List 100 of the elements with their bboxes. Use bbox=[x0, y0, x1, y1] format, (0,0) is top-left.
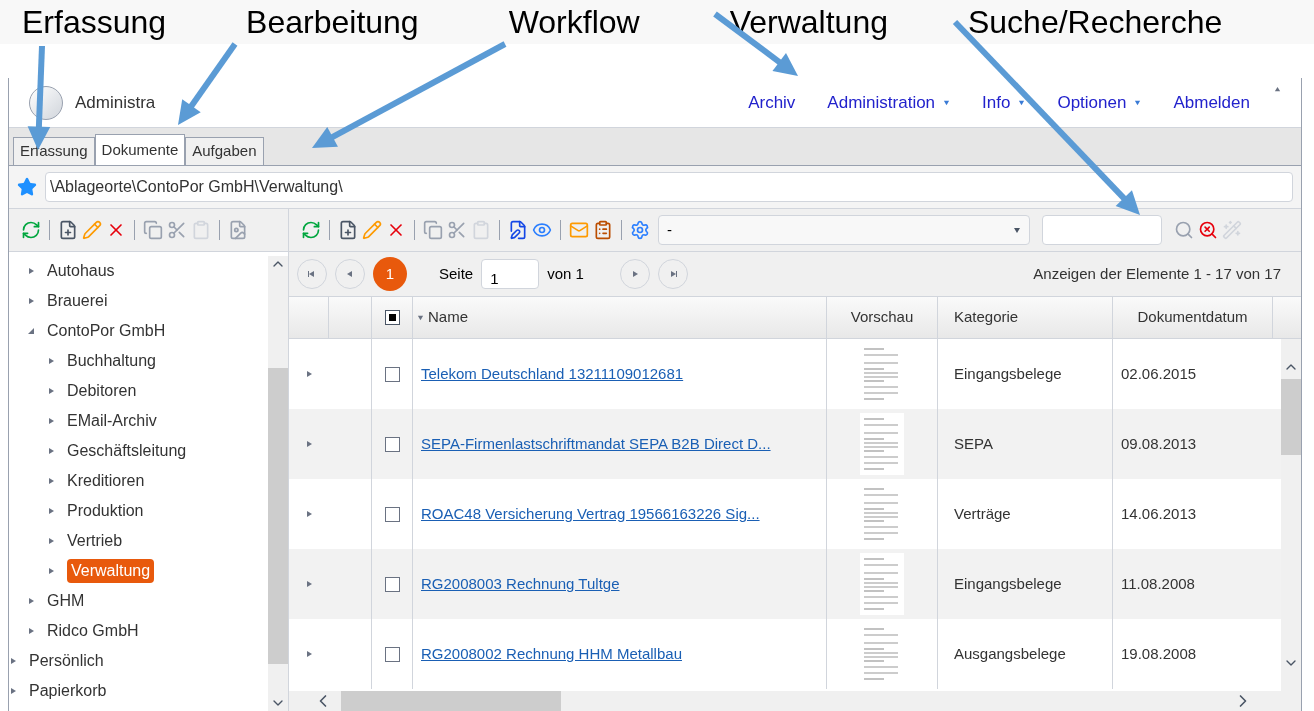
page-number-field[interactable]: 1 bbox=[481, 259, 540, 289]
path-field[interactable]: \Ablageorte\ContoPor GmbH\Verwaltung\ bbox=[45, 172, 1293, 202]
document-link[interactable]: Telekom Deutschland 13211109012681 bbox=[421, 362, 684, 386]
clipboard-icon[interactable] bbox=[191, 220, 211, 240]
settings-icon[interactable] bbox=[630, 220, 650, 240]
document-thumbnail bbox=[860, 413, 904, 475]
expand-arrow-icon[interactable] bbox=[9, 687, 17, 695]
image-document-icon[interactable] bbox=[228, 220, 248, 240]
tree-item[interactable]: Kreditioren bbox=[67, 469, 145, 493]
arrow-icon[interactable] bbox=[346, 270, 354, 278]
skip-arrow-icon[interactable] bbox=[668, 270, 677, 278]
expand-arrow-icon[interactable] bbox=[47, 357, 55, 365]
expand-arrow-icon[interactable] bbox=[47, 507, 55, 515]
collapse-arrow-icon[interactable] bbox=[27, 327, 35, 335]
expand-arrow-icon[interactable] bbox=[27, 297, 35, 305]
tree-item[interactable]: Produktion bbox=[67, 499, 144, 523]
expand-row-icon[interactable] bbox=[305, 440, 313, 448]
document-link[interactable]: ROAC48 Versicherung Vertrag 19566163226 Sig... bbox=[421, 502, 760, 526]
caret-icon[interactable] bbox=[1013, 226, 1021, 234]
nav-link[interactable]: Abmelden bbox=[1173, 89, 1250, 116]
caret-icon[interactable] bbox=[1134, 99, 1142, 106]
tree-item[interactable]: GHM bbox=[47, 589, 85, 613]
column-header[interactable]: Name bbox=[413, 297, 827, 338]
clipboard-list-icon[interactable] bbox=[593, 220, 613, 240]
edit-document-icon[interactable] bbox=[508, 220, 528, 240]
expand-row-icon[interactable] bbox=[305, 580, 313, 588]
favorite-star-icon[interactable] bbox=[17, 177, 37, 197]
skip-arrow-icon[interactable] bbox=[308, 270, 316, 278]
tree-item[interactable]: Verwaltung bbox=[67, 559, 155, 583]
tab[interactable]: Dokumente bbox=[94, 134, 186, 165]
expand-arrow-icon[interactable] bbox=[47, 417, 55, 425]
tab[interactable]: Aufgaben bbox=[185, 137, 264, 165]
expand-arrow-icon[interactable] bbox=[27, 627, 35, 635]
expand-arrow-icon[interactable] bbox=[9, 657, 17, 665]
expand-arrow-icon[interactable] bbox=[47, 447, 55, 455]
row-checkbox[interactable] bbox=[384, 646, 400, 662]
tree-item[interactable]: Ridco GmbH bbox=[47, 619, 139, 643]
refresh-icon[interactable] bbox=[301, 220, 321, 240]
tree-item[interactable]: Persönlich bbox=[29, 649, 104, 673]
nav-link[interactable]: Optionen bbox=[1057, 89, 1142, 116]
row-checkbox[interactable] bbox=[384, 366, 400, 382]
select-all-checkbox[interactable] bbox=[384, 310, 400, 325]
filter-dropdown[interactable]: - bbox=[658, 215, 1030, 245]
tree-item[interactable]: ContoPor GmbH bbox=[47, 319, 166, 343]
expand-row-icon[interactable] bbox=[305, 370, 313, 378]
document-link[interactable]: RG2008002 Rechnung HHM Metallbau bbox=[421, 642, 682, 666]
tree-item[interactable]: Autohaus bbox=[47, 259, 115, 283]
expand-arrow-icon[interactable] bbox=[47, 477, 55, 485]
tab[interactable]: Erfassung bbox=[13, 137, 95, 165]
scissors-icon[interactable] bbox=[447, 220, 467, 240]
vertical-scrollbar[interactable] bbox=[268, 256, 288, 711]
expand-arrow-icon[interactable] bbox=[27, 597, 35, 605]
nav-link[interactable]: Archiv bbox=[748, 89, 796, 116]
tree-item[interactable]: Brauerei bbox=[47, 289, 108, 313]
scrollbar-thumb[interactable] bbox=[341, 691, 561, 711]
new-document-icon[interactable] bbox=[338, 220, 358, 240]
eye-icon[interactable] bbox=[532, 220, 552, 240]
refresh-icon[interactable] bbox=[21, 220, 41, 240]
clipboard-icon[interactable] bbox=[471, 220, 491, 240]
expand-row-icon[interactable] bbox=[305, 510, 313, 518]
copy-icon[interactable] bbox=[423, 220, 443, 240]
row-checkbox[interactable] bbox=[384, 506, 400, 522]
column-header[interactable]: Dokumentdatum bbox=[1113, 297, 1273, 338]
nav-link[interactable]: Info bbox=[982, 89, 1026, 116]
new-document-icon[interactable] bbox=[58, 220, 78, 240]
vertical-scrollbar[interactable] bbox=[1281, 339, 1301, 691]
scrollbar-thumb[interactable] bbox=[268, 368, 288, 664]
nav-link[interactable]: Administration bbox=[827, 89, 951, 116]
scissors-icon[interactable] bbox=[167, 220, 187, 240]
scroll-up-icon[interactable] bbox=[1274, 86, 1281, 93]
clear-search-icon[interactable] bbox=[1198, 220, 1218, 240]
tree-item[interactable]: EMail-Archiv bbox=[67, 409, 157, 433]
expand-arrow-icon[interactable] bbox=[47, 567, 55, 575]
expand-arrow-icon[interactable] bbox=[47, 537, 55, 545]
horizontal-scrollbar[interactable] bbox=[289, 691, 1301, 711]
tree-item[interactable]: Debitoren bbox=[67, 379, 137, 403]
scrollbar-thumb[interactable] bbox=[1281, 379, 1301, 455]
row-checkbox[interactable] bbox=[384, 436, 400, 452]
search-icon[interactable] bbox=[1174, 220, 1194, 240]
caret-icon[interactable] bbox=[1018, 99, 1026, 106]
expand-row-icon[interactable] bbox=[305, 650, 313, 658]
column-header[interactable]: Kategorie bbox=[938, 297, 1113, 338]
tree-item[interactable]: Papierkorb bbox=[29, 679, 107, 703]
annotation-label: Verwaltung bbox=[729, 6, 888, 38]
tree-item[interactable]: Buchhaltung bbox=[67, 349, 156, 373]
expand-arrow-icon[interactable] bbox=[27, 267, 35, 275]
document-link[interactable]: SEPA-Firmenlastschriftmandat SEPA B2B Direct D... bbox=[421, 432, 771, 456]
table-cell-text: 02.06.2015 bbox=[1120, 363, 1198, 384]
sort-arrow-icon[interactable] bbox=[417, 314, 424, 321]
column-header[interactable]: Vorschau bbox=[827, 297, 938, 338]
arrow-icon[interactable] bbox=[630, 270, 639, 278]
expand-arrow-icon[interactable] bbox=[47, 387, 55, 395]
caret-icon[interactable] bbox=[943, 99, 951, 106]
current-page-badge[interactable]: 1 bbox=[373, 257, 407, 291]
row-checkbox[interactable] bbox=[384, 576, 400, 592]
document-link[interactable]: RG2008003 Rechnung Tultge bbox=[421, 572, 620, 596]
copy-icon[interactable] bbox=[143, 220, 163, 240]
tree-item[interactable]: Vertrieb bbox=[67, 529, 123, 553]
tree-item[interactable]: Geschäftsleitung bbox=[67, 439, 187, 463]
search-field[interactable] bbox=[1042, 215, 1162, 245]
